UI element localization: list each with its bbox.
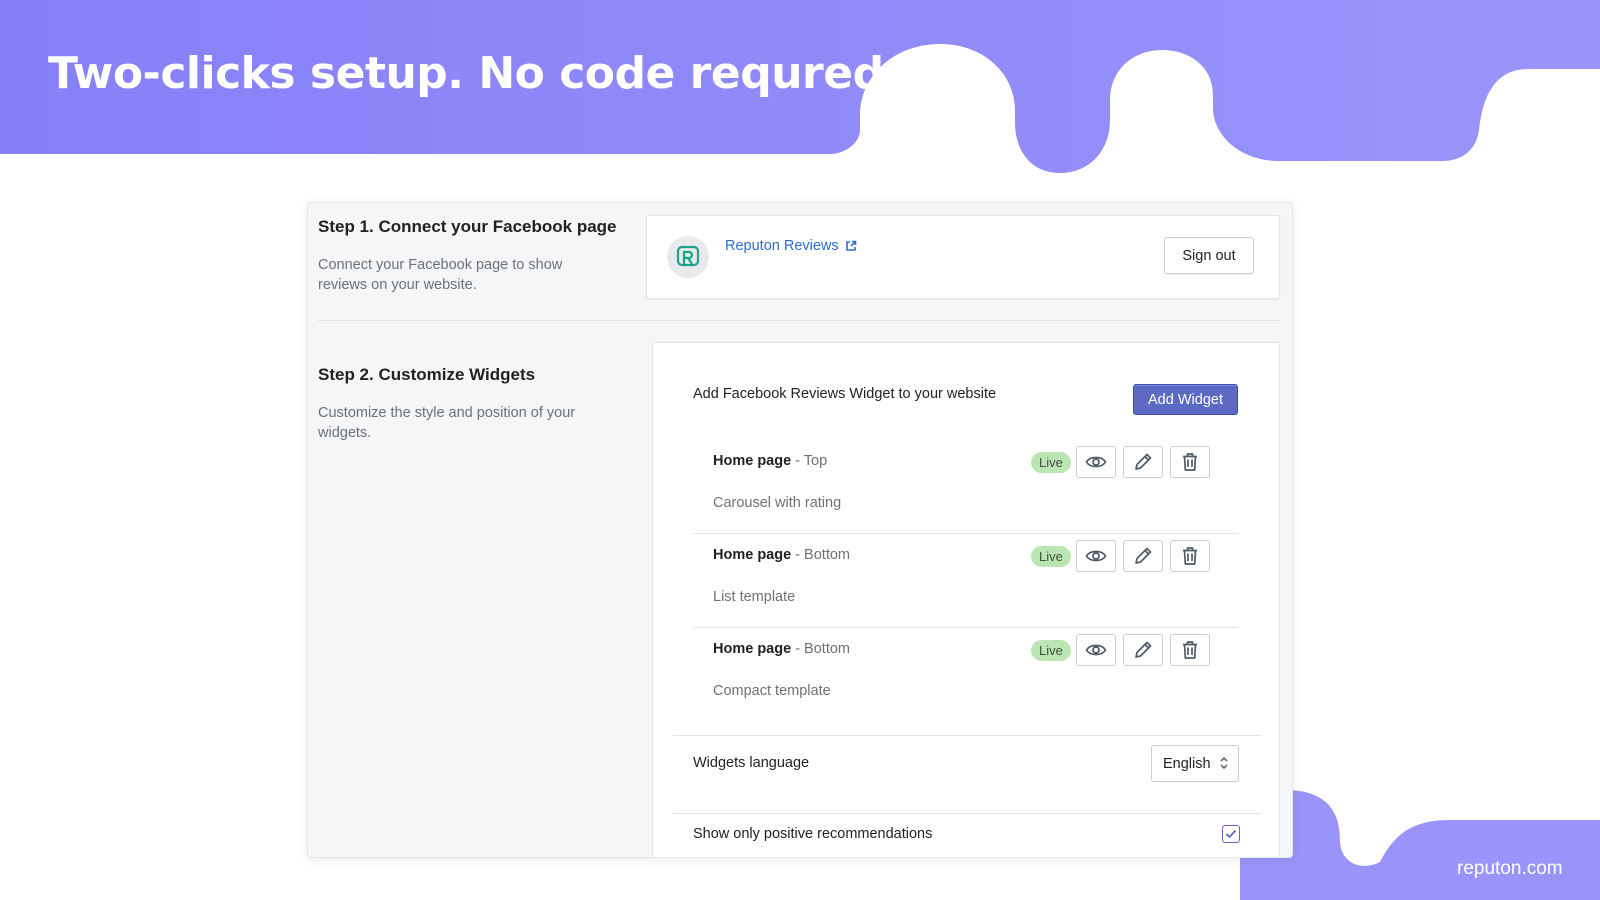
connected-page-card: Reputon Reviews Sign out: [646, 215, 1280, 299]
language-select-value: English: [1163, 755, 1211, 772]
eye-icon: [1085, 550, 1107, 562]
step1-description: Connect your Facebook page to show revie…: [318, 257, 563, 293]
positive-recommendations-label: Show only positive recommendations: [693, 826, 933, 842]
edit-widget-button[interactable]: [1123, 634, 1163, 666]
eye-icon: [1085, 644, 1107, 656]
widget-position: - Bottom: [791, 547, 850, 563]
sign-out-button[interactable]: Sign out: [1164, 237, 1254, 274]
preview-widget-button[interactable]: [1076, 634, 1116, 666]
live-status-badge: Live: [1031, 452, 1071, 473]
checkmark-icon: [1225, 829, 1237, 839]
settings-panel: Step 1. Connect your Facebook page Conne…: [307, 202, 1293, 858]
step-divider: [318, 320, 1280, 321]
external-link-icon: [845, 240, 856, 251]
facebook-page-name: Reputon Reviews: [725, 238, 839, 254]
pencil-icon: [1135, 641, 1152, 658]
widget-page: Home page: [713, 547, 792, 563]
trash-icon: [1183, 453, 1197, 471]
page-avatar: [667, 236, 709, 278]
trash-icon: [1183, 547, 1197, 565]
widget-template: Compact template: [713, 683, 831, 699]
reputon-logo-icon: [676, 245, 700, 267]
select-arrows-icon: [1220, 756, 1228, 770]
widget-name: Home page - Bottom: [713, 641, 850, 657]
positive-recommendations-checkbox[interactable]: [1222, 825, 1240, 843]
section-divider: [673, 735, 1261, 736]
widget-page: Home page: [713, 453, 792, 469]
widget-template: List template: [713, 589, 796, 605]
step2-description: Customize the style and position of your…: [318, 405, 576, 441]
widget-position: - Bottom: [791, 641, 850, 657]
widgets-language-label: Widgets language: [693, 755, 810, 771]
widget-row: Home page - Bottom List template Live: [693, 534, 1238, 628]
corner-decoration-shape: [1240, 790, 1600, 900]
live-status-badge: Live: [1031, 546, 1071, 567]
preview-widget-button[interactable]: [1076, 540, 1116, 572]
language-select[interactable]: English: [1151, 745, 1239, 782]
section-divider: [673, 813, 1261, 814]
widget-page: Home page: [713, 641, 792, 657]
step2-heading: Step 2. Customize Widgets: [318, 365, 536, 384]
facebook-page-link[interactable]: Reputon Reviews: [725, 238, 857, 254]
delete-widget-button[interactable]: [1170, 540, 1210, 572]
trash-icon: [1183, 641, 1197, 659]
live-status-badge: Live: [1031, 640, 1071, 661]
delete-widget-button[interactable]: [1170, 634, 1210, 666]
pencil-icon: [1135, 547, 1152, 564]
edit-widget-button[interactable]: [1123, 446, 1163, 478]
delete-widget-button[interactable]: [1170, 446, 1210, 478]
pencil-icon: [1135, 453, 1152, 470]
widget-position: - Top: [791, 453, 828, 469]
widget-template: Carousel with rating: [713, 495, 842, 511]
preview-widget-button[interactable]: [1076, 446, 1116, 478]
widget-row: Home page - Top Carousel with rating Liv…: [693, 440, 1238, 534]
widgets-card-title: Add Facebook Reviews Widget to your webs…: [693, 386, 997, 402]
eye-icon: [1085, 456, 1107, 468]
widget-name: Home page - Top: [713, 453, 827, 469]
site-url[interactable]: reputon.com: [1457, 858, 1563, 880]
widgets-card: Add Facebook Reviews Widget to your webs…: [652, 342, 1280, 857]
headline: Two-clicks setup. No code requred: [48, 48, 884, 99]
widget-row: Home page - Bottom Compact template Live: [693, 628, 1238, 722]
step1-heading: Step 1. Connect your Facebook page: [318, 217, 617, 236]
edit-widget-button[interactable]: [1123, 540, 1163, 572]
widget-name: Home page - Bottom: [713, 547, 850, 563]
add-widget-button[interactable]: Add Widget: [1133, 384, 1238, 415]
